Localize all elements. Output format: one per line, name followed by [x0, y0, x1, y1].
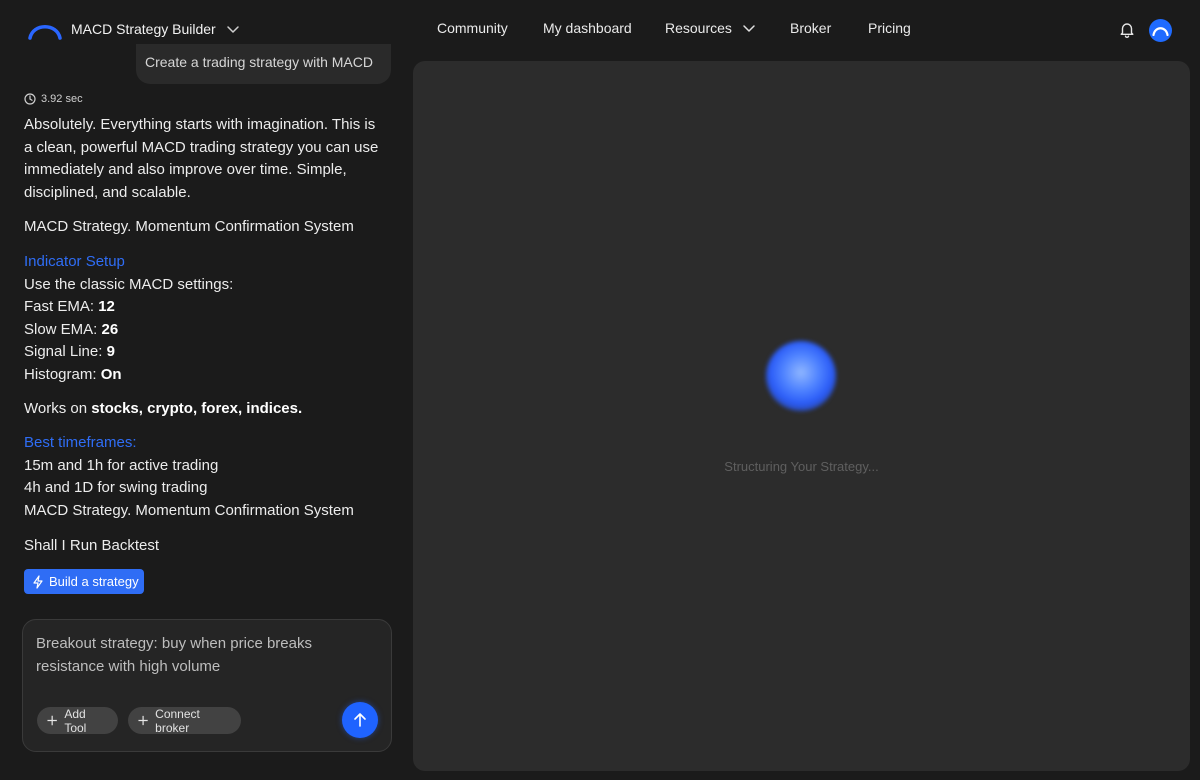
strategy-title: MACD Strategy. Momentum Confirmation Sys…: [24, 218, 354, 235]
chevron-down-icon[interactable]: [226, 22, 240, 36]
build-strategy-label: Build a strategy: [49, 574, 139, 589]
timeframes-heading: Best timeframes:: [24, 434, 137, 451]
nav-community[interactable]: Community: [437, 20, 508, 36]
brand[interactable]: MACD Strategy Builder: [27, 18, 240, 40]
setting-fast-ema: Fast EMA: 12: [24, 298, 115, 315]
message-composer: Breakout strategy: buy when price breaks…: [22, 619, 392, 752]
indicator-setup-heading: Indicator Setup: [24, 253, 125, 270]
indicator-setup-section: Indicator Setup Use the classic MACD set…: [24, 251, 384, 386]
timeframe-item: MACD Strategy. Momentum Confirmation Sys…: [24, 501, 354, 519]
response-time: 3.92 sec: [41, 93, 83, 105]
add-tool-button[interactable]: Add Tool: [37, 706, 118, 735]
timeframe-item: 15m and 1h for active trading: [24, 456, 219, 474]
setting-slow-ema: Slow EMA: 26: [24, 320, 119, 338]
avatar-logo-icon: [1152, 27, 1169, 36]
add-tool-label: Add Tool: [64, 706, 87, 735]
nav-my-dashboard[interactable]: My dashboard: [543, 20, 632, 36]
user-message-bubble: Create a trading strategy with MACD: [136, 44, 391, 84]
response-timer: 3.92 sec: [24, 93, 83, 105]
strategy-preview-panel: Structuring Your Strategy...: [413, 61, 1190, 771]
nav-resources-label: Resources: [665, 20, 732, 36]
avatar[interactable]: [1149, 19, 1172, 42]
backtest-question: Shall I Run Backtest: [24, 537, 160, 554]
plus-icon: [138, 715, 148, 726]
build-strategy-button[interactable]: Build a strategy: [24, 569, 144, 594]
nav-broker[interactable]: Broker: [790, 20, 831, 36]
loading-status: Structuring Your Strategy...: [724, 459, 879, 474]
setting-histogram: Histogram: On: [24, 365, 122, 383]
arrow-up-icon: [354, 713, 366, 727]
connect-broker-button[interactable]: Connect broker: [128, 706, 241, 735]
timeframes-section: Best timeframes: 15m and 1h for active t…: [24, 432, 384, 522]
timeframe-item: 4h and 1D for swing trading: [24, 479, 208, 496]
nav-pricing[interactable]: Pricing: [868, 20, 911, 36]
brand-logo-icon: [28, 25, 62, 40]
send-button[interactable]: [342, 702, 378, 738]
works-on-line: Works on stocks, crypto, forex, indices.: [24, 400, 303, 417]
loading-orb: [766, 341, 836, 411]
prompt-input[interactable]: Breakout strategy: buy when price breaks…: [36, 633, 381, 683]
works-on-markets: stocks, crypto, forex, indices.: [91, 400, 303, 417]
lightning-icon: [33, 574, 43, 589]
bell-icon[interactable]: [1119, 21, 1135, 38]
clock-icon: [24, 93, 36, 105]
app-title: MACD Strategy Builder: [71, 21, 216, 37]
nav-resources[interactable]: Resources: [665, 20, 756, 36]
connect-broker-label: Connect broker: [155, 706, 200, 735]
assistant-intro: Absolutely. Everything starts with imagi…: [24, 116, 379, 201]
indicator-intro: Use the classic MACD settings:: [24, 275, 234, 293]
setting-signal-line: Signal Line: 9: [24, 343, 115, 360]
chevron-down-icon: [743, 25, 755, 32]
plus-icon: [47, 715, 57, 726]
